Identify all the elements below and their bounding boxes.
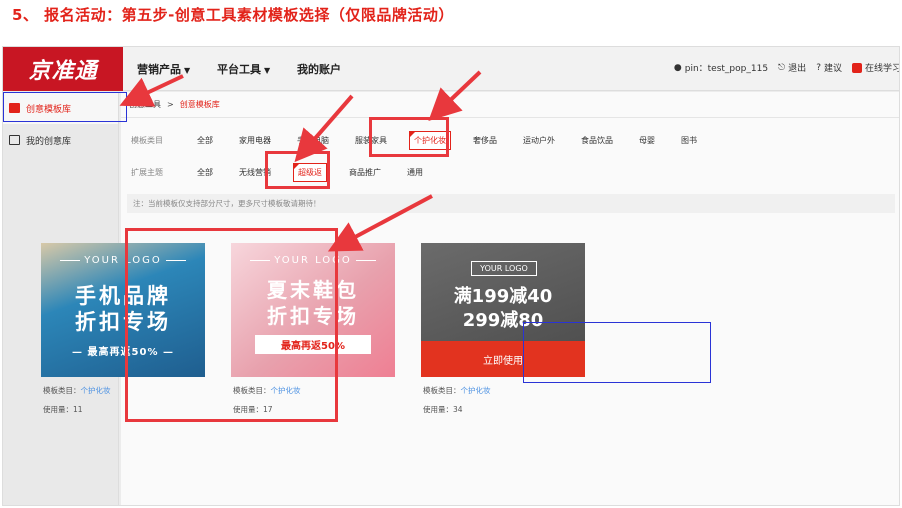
template-thumbnail[interactable]: YOUR LOGO 夏末鞋包 折扣专场 最高再返50%	[231, 243, 395, 377]
logout-link[interactable]: ⎋ 退出	[778, 61, 807, 75]
sidebar-item-my-creatives[interactable]: 我的创意库	[3, 124, 118, 156]
sidebar-item-label: 创意模板库	[26, 104, 72, 115]
template-thumbnail[interactable]: YOUR LOGO 满199减40 299减80 立即使用	[421, 243, 585, 377]
top-nav: 京准通 营销产品 ▼ 平台工具 ▼ 我的账户 ● pin：test_pop_115 ⎋…	[3, 47, 900, 91]
category-option[interactable]: 食品饮品	[577, 132, 617, 149]
template-card[interactable]: YOUR LOGO 满199减40 299减80 立即使用 模板类目：个护化妆 使…	[421, 243, 585, 415]
logo-placeholder: YOUR LOGO	[41, 255, 205, 266]
template-headline: 手机品牌 折扣专场	[75, 284, 171, 334]
filter-label: 模板类目	[131, 135, 163, 145]
category-option[interactable]: 奢侈品	[469, 132, 501, 149]
breadcrumb-separator: >	[167, 100, 174, 109]
template-grid: YOUR LOGO 手机品牌 折扣专场 — 最高再返50% — 模板类目：个护化妆…	[41, 243, 585, 415]
template-usage: 使用量：17	[233, 405, 273, 414]
breadcrumb: 创意工具 > 创意模板库	[121, 92, 899, 118]
online-study-link[interactable]: 在线学习	[851, 61, 900, 74]
suggest-link[interactable]: ? 建议	[816, 61, 842, 75]
study-icon	[851, 62, 862, 73]
template-icon	[9, 103, 20, 113]
nav-label: 平台工具	[217, 63, 261, 76]
sidebar-item-label: 我的创意库	[26, 136, 72, 147]
user-pin-text: pin：test_pop_115	[684, 64, 769, 74]
user-area: ● pin：test_pop_115 ⎋ 退出 ? 建议 在线学习	[673, 61, 900, 75]
category-option[interactable]: 运动户外	[519, 132, 559, 149]
user-pin[interactable]: ● pin：test_pop_115	[673, 61, 769, 75]
category-option[interactable]: 图书	[677, 132, 701, 149]
use-now-button[interactable]: 立即使用	[421, 341, 585, 377]
theme-filter: 扩展主题 全部 无线营销 超级返 商品推广 通用	[121, 156, 899, 188]
logo-placeholder: YOUR LOGO	[231, 255, 395, 266]
nav-label: 我的账户	[297, 63, 341, 76]
question-icon: ?	[816, 62, 821, 73]
template-headline: 满199减40 299减80	[453, 286, 553, 331]
nav-label: 营销产品	[137, 63, 181, 76]
template-subline: — 最高再返50% —	[72, 347, 174, 358]
breadcrumb-root[interactable]: 创意工具	[129, 99, 161, 110]
category-option[interactable]: 家用电器	[235, 132, 275, 149]
slide-title: 5、 报名活动：第五步-创意工具素材模板选择（仅限品牌活动）	[12, 6, 454, 24]
category-link[interactable]: 个护化妆	[461, 386, 491, 395]
logo-placeholder: YOUR LOGO	[471, 261, 537, 276]
app-window: 京准通 营销产品 ▼ 平台工具 ▼ 我的账户 ● pin：test_pop_115 ⎋…	[2, 46, 900, 506]
logout-text: 退出	[788, 64, 807, 74]
template-thumbnail[interactable]: YOUR LOGO 手机品牌 折扣专场 — 最高再返50% —	[41, 243, 205, 377]
template-category: 模板类目：个护化妆	[43, 386, 111, 395]
category-option[interactable]: 全部	[193, 132, 217, 149]
template-usage: 使用量：34	[423, 405, 463, 414]
study-text: 在线学习	[864, 64, 900, 74]
chevron-down-icon: ▼	[184, 66, 191, 75]
category-link[interactable]: 个护化妆	[271, 386, 301, 395]
user-icon: ●	[673, 62, 682, 73]
theme-option[interactable]: 商品推广	[345, 164, 385, 181]
template-card[interactable]: YOUR LOGO 夏末鞋包 折扣专场 最高再返50% 模板类目：个护化妆 使用量…	[231, 243, 395, 415]
breadcrumb-current: 创意模板库	[179, 100, 220, 109]
category-option[interactable]: 服装家具	[351, 132, 391, 149]
filter-label: 扩展主题	[131, 167, 163, 177]
template-category: 模板类目：个护化妆	[423, 386, 491, 395]
logout-icon: ⎋	[778, 62, 786, 73]
template-card[interactable]: YOUR LOGO 手机品牌 折扣专场 — 最高再返50% — 模板类目：个护化妆…	[41, 243, 205, 415]
category-option-selected[interactable]: 个护化妆	[409, 130, 451, 150]
template-subline: 最高再返50%	[255, 335, 371, 354]
template-category: 模板类目：个护化妆	[233, 386, 301, 395]
theme-option-selected[interactable]: 超级返	[293, 162, 327, 182]
template-usage: 使用量：11	[43, 405, 83, 414]
template-headline: 夏末鞋包 折扣专场	[267, 278, 359, 328]
nav-marketing-products[interactable]: 营销产品 ▼	[137, 61, 190, 77]
theme-option[interactable]: 通用	[403, 164, 427, 181]
sidebar-item-creative-templates[interactable]: 创意模板库	[3, 92, 118, 124]
category-link[interactable]: 个护化妆	[81, 386, 111, 395]
notice-text: 注：当前模板仅支持部分尺寸，更多尺寸模板敬请期待！	[127, 194, 895, 213]
brand-logo[interactable]: 京准通	[3, 47, 123, 91]
library-icon	[9, 135, 20, 145]
suggest-text: 建议	[823, 64, 842, 74]
category-option[interactable]: 手机电脑	[293, 132, 333, 149]
nav-platform-tools[interactable]: 平台工具 ▼	[217, 61, 270, 77]
theme-option[interactable]: 全部	[193, 164, 217, 181]
category-filter: 模板类目 全部 家用电器 手机电脑 服装家具 个护化妆 奢侈品 运动户外 食品饮…	[121, 124, 899, 156]
nav-my-account[interactable]: 我的账户	[297, 61, 341, 77]
chevron-down-icon: ▼	[264, 66, 271, 75]
category-option[interactable]: 母婴	[635, 132, 659, 149]
theme-option[interactable]: 无线营销	[235, 164, 275, 181]
